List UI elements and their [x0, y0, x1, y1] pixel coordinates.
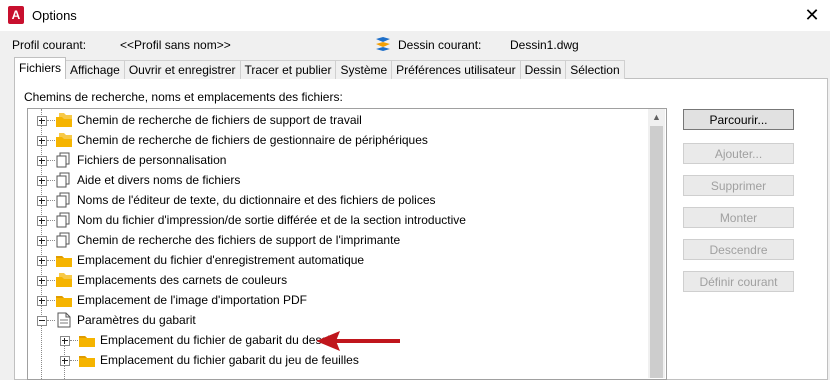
expand-plus-icon[interactable]: [37, 136, 47, 146]
tab-strip: Fichiers Affichage Ouvrir et enregistrer…: [14, 57, 625, 79]
add-button[interactable]: Ajouter...: [683, 143, 794, 164]
tab-files[interactable]: Fichiers: [14, 57, 67, 79]
current-drawing-value: Dessin1.dwg: [510, 38, 579, 52]
close-icon[interactable]: ✕: [800, 4, 824, 26]
tree-item[interactable]: Paramètres du gabarit: [28, 310, 648, 330]
tab-display[interactable]: Affichage: [65, 60, 125, 79]
tree-item-label: Emplacement du fichier de gabarit du des…: [100, 333, 337, 347]
autocad-app-icon: A: [8, 6, 24, 24]
tree-item-label: Aide et divers noms de fichiers: [77, 173, 241, 187]
tree-connector: [47, 120, 55, 121]
tab-plot-publish[interactable]: Tracer et publier: [239, 60, 337, 79]
tree-item[interactable]: Chemin de recherche de fichiers de gesti…: [28, 130, 648, 150]
files-icon: [55, 232, 73, 248]
expand-plus-icon[interactable]: [37, 216, 47, 226]
tree-item-label: Paramètres du gabarit: [77, 313, 196, 327]
tree-item[interactable]: Emplacement du fichier gabarit du jeu de…: [28, 350, 648, 370]
expand-plus-icon[interactable]: [37, 256, 47, 266]
expand-plus-icon[interactable]: [60, 356, 70, 366]
folder-icon: [55, 252, 73, 268]
folder-icon: [78, 332, 96, 348]
tree-item[interactable]: Emplacement du fichier d'enregistrement …: [28, 250, 648, 270]
set-current-button[interactable]: Définir courant: [683, 271, 794, 292]
collapse-minus-icon[interactable]: [37, 316, 47, 326]
browse-button[interactable]: Parcourir...: [683, 109, 794, 130]
files-icon: [55, 172, 73, 188]
expand-plus-icon[interactable]: [37, 116, 47, 126]
tree-connector: [47, 160, 55, 161]
folder-icon: [78, 352, 96, 368]
scroll-up-arrow-icon[interactable]: ▲: [648, 109, 665, 126]
tree-connector: [47, 140, 55, 141]
tree-connector: [47, 300, 55, 301]
folder-stack-icon: [55, 132, 73, 148]
tree-item[interactable]: Emplacement de l'image d'importation PDF: [28, 290, 648, 310]
files-icon: [55, 152, 73, 168]
tree-item-label: Nom du fichier d'impression/de sortie di…: [77, 213, 466, 227]
tree-item-label: Chemin de recherche des fichiers de supp…: [77, 233, 401, 247]
expand-plus-icon[interactable]: [37, 196, 47, 206]
tab-open-save[interactable]: Ouvrir et enregistrer: [123, 60, 241, 79]
files-icon: [55, 212, 73, 228]
expand-plus-icon[interactable]: [37, 236, 47, 246]
tree-connector: [47, 240, 55, 241]
expand-plus-icon[interactable]: [37, 156, 47, 166]
current-drawing-label: Dessin courant:: [398, 38, 482, 52]
annotation-arrow: [316, 331, 400, 351]
title-bar: A Options ✕: [0, 0, 830, 31]
files-icon: [55, 192, 73, 208]
expand-plus-icon[interactable]: [60, 336, 70, 346]
tree-connector: [47, 280, 55, 281]
tab-drafting[interactable]: Dessin: [519, 60, 567, 79]
expand-plus-icon[interactable]: [37, 276, 47, 286]
tree-item-label: Chemin de recherche de fichiers de gesti…: [77, 133, 428, 147]
tree-connector: [47, 180, 55, 181]
move-down-button[interactable]: Descendre: [683, 239, 794, 260]
tree-connector: [47, 320, 55, 321]
remove-button[interactable]: Supprimer: [683, 175, 794, 196]
folder-stack-icon: [55, 112, 73, 128]
tree-connector: [47, 220, 55, 221]
tree-connector: [47, 260, 55, 261]
tree-item[interactable]: Fichiers de personnalisation: [28, 150, 648, 170]
tree-item-label: Noms de l'éditeur de texte, du dictionna…: [77, 193, 436, 207]
tree-item-label: Emplacement de l'image d'importation PDF: [77, 293, 308, 307]
tree-item[interactable]: Aide et divers noms de fichiers: [28, 170, 648, 190]
move-up-button[interactable]: Monter: [683, 207, 794, 228]
tree-item[interactable]: Noms de l'éditeur de texte, du dictionna…: [28, 190, 648, 210]
window-title: Options: [32, 8, 77, 23]
expand-plus-icon[interactable]: [37, 296, 47, 306]
document-icon: [55, 312, 73, 328]
folder-icon: [55, 292, 73, 308]
tab-system[interactable]: Système: [335, 60, 393, 79]
tree-connector: [70, 360, 78, 361]
scroll-thumb[interactable]: [650, 126, 663, 378]
drawing-file-icon: [376, 37, 390, 51]
tree-connector: [47, 200, 55, 201]
tree-item[interactable]: Nom du fichier d'impression/de sortie di…: [28, 210, 648, 230]
tree-item-label: Emplacements des carnets de couleurs: [77, 273, 288, 287]
expand-plus-icon[interactable]: [37, 176, 47, 186]
tree-item-label: Emplacement du fichier d'enregistrement …: [77, 253, 365, 267]
folder-stack-icon: [55, 272, 73, 288]
search-paths-label: Chemins de recherche, noms et emplacemen…: [24, 90, 343, 104]
tree-connector: [70, 340, 78, 341]
tree-item[interactable]: Chemin de recherche de fichiers de suppo…: [28, 110, 648, 130]
tree-item[interactable]: Chemin de recherche des fichiers de supp…: [28, 230, 648, 250]
tab-user-preferences[interactable]: Préférences utilisateur: [391, 60, 521, 79]
current-profile-label: Profil courant:: [12, 38, 87, 52]
tree-item-label: Fichiers de personnalisation: [77, 153, 227, 167]
current-profile-value: <<Profil sans nom>>: [120, 38, 231, 52]
tree-scrollbar[interactable]: ▲: [648, 109, 665, 378]
tree-item-label: Emplacement du fichier gabarit du jeu de…: [100, 353, 359, 367]
tree-item-label: Chemin de recherche de fichiers de suppo…: [77, 113, 362, 127]
tab-selection[interactable]: Sélection: [565, 60, 625, 79]
tree-item[interactable]: Emplacements des carnets de couleurs: [28, 270, 648, 290]
